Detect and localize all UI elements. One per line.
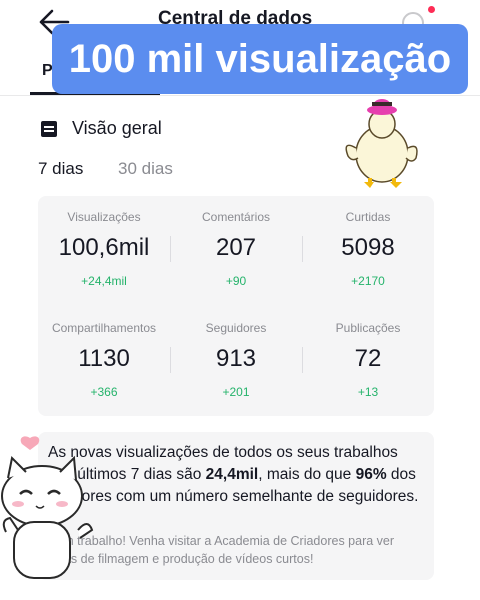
stat-delta: +13 — [357, 385, 379, 399]
stat-label: Publicações — [335, 321, 401, 335]
stat-value: 913 — [215, 345, 257, 372]
stat-delta: +201 — [222, 385, 250, 399]
notification-dot — [428, 6, 435, 13]
overview-header: Visão geral — [40, 118, 162, 139]
stat-posts[interactable]: Publicações 72 +13 — [302, 321, 434, 399]
insight-text-part: , mais do que — [258, 466, 356, 483]
stat-value: 5098 — [341, 234, 395, 261]
stat-delta: +2170 — [351, 274, 385, 288]
stat-label: Comentários — [201, 210, 271, 224]
period-tab-7-days[interactable]: 7 dias — [38, 159, 83, 179]
insight-highlight-percent: 96% — [355, 466, 387, 483]
stat-label: Curtidas — [345, 210, 391, 224]
stat-divider — [170, 347, 171, 373]
stat-delta: +24,4mil — [81, 274, 127, 288]
overview-icon — [41, 120, 57, 137]
stat-views[interactable]: Visualizações 100,6mil +24,4mil — [38, 210, 170, 288]
cat-sticker — [1, 436, 94, 579]
insight-highlight-value: 24,4mil — [205, 466, 259, 483]
stat-delta: +90 — [225, 274, 247, 288]
stat-likes[interactable]: Curtidas 5098 +2170 — [302, 210, 434, 288]
stat-label: Compartilhamentos — [51, 321, 157, 335]
stat-label: Visualizações — [67, 210, 141, 224]
stat-value: 207 — [215, 234, 257, 261]
divider — [0, 95, 480, 96]
insight-subtext[interactable]: Bom trabalho! Venha visitar a Academia d… — [48, 532, 424, 568]
stat-delta: +366 — [90, 385, 118, 399]
period-tab-30-days[interactable]: 30 dias — [118, 159, 173, 179]
insight-card: As novas visualizações de todos os seus … — [38, 432, 434, 580]
stat-followers[interactable]: Seguidores 913 +201 — [170, 321, 302, 399]
stat-comments[interactable]: Comentários 207 +90 — [170, 210, 302, 288]
stat-value: 72 — [354, 345, 382, 372]
stat-label: Seguidores — [205, 321, 267, 335]
insight-text: As novas visualizações de todos os seus … — [48, 442, 424, 508]
stat-divider — [302, 347, 303, 373]
stat-divider — [302, 236, 303, 262]
stat-value: 1130 — [78, 345, 130, 372]
duck-sticker — [345, 99, 418, 188]
stat-shares[interactable]: Compartilhamentos 1130 +366 — [38, 321, 170, 399]
overview-title: Visão geral — [72, 118, 162, 138]
stats-card: Visualizações 100,6mil +24,4mil Comentár… — [38, 196, 434, 416]
stat-divider — [170, 236, 171, 262]
overlay-banner: 100 mil visualização — [52, 24, 468, 94]
stat-value: 100,6mil — [58, 234, 150, 261]
